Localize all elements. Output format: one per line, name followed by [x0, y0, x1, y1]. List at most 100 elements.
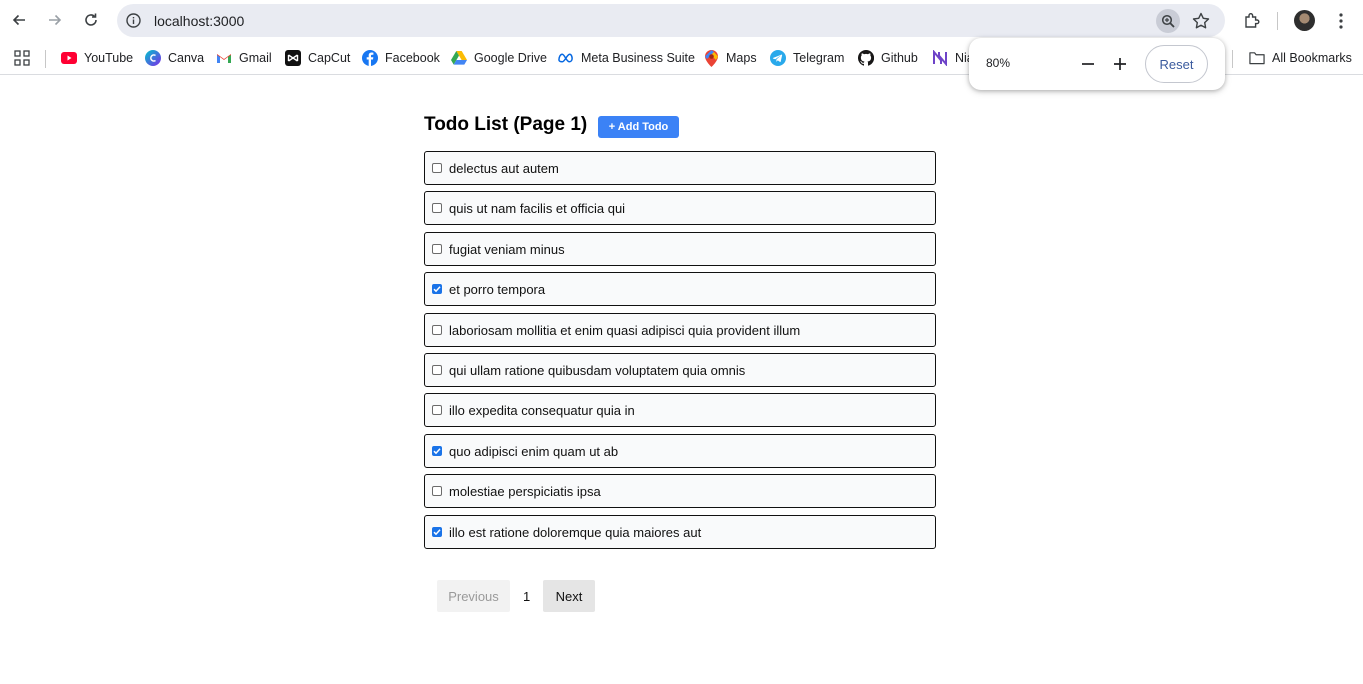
bookmark-maps[interactable]: Maps	[703, 49, 757, 67]
todo-checkbox[interactable]	[432, 526, 442, 537]
maps-icon	[703, 49, 719, 67]
todo-text: qui ullam ratione quibusdam voluptatem q…	[449, 362, 746, 378]
bookmark-label: Canva	[168, 51, 205, 65]
previous-page-button[interactable]: Previous	[437, 580, 510, 612]
address-bar[interactable]: localhost:3000	[117, 4, 1225, 37]
todo-item[interactable]: et porro tempora	[424, 272, 936, 307]
bookmark-youtube[interactable]: YouTube	[61, 49, 133, 67]
check-icon	[433, 528, 441, 535]
todo-checkbox[interactable]	[432, 284, 442, 295]
all-bookmarks-label: All Bookmarks	[1272, 51, 1352, 65]
bookmark-google-drive[interactable]: Google Drive	[451, 49, 547, 67]
todo-item[interactable]: quis ut nam facilis et officia qui	[424, 191, 936, 226]
folder-icon	[1249, 50, 1265, 66]
todo-text: illo expedita consequatur quia in	[449, 403, 635, 419]
plus-icon	[1114, 58, 1126, 70]
todo-item[interactable]: illo expedita consequatur quia in	[424, 393, 936, 428]
todo-item[interactable]: molestiae perspiciatis ipsa	[424, 474, 936, 509]
zoom-in-button[interactable]	[1109, 53, 1131, 75]
arrow-left-icon	[12, 14, 25, 26]
canva-icon	[145, 50, 161, 66]
next-page-button[interactable]: Next	[543, 580, 595, 612]
bookmark-star-icon[interactable]	[1191, 11, 1211, 31]
bookmark-nia[interactable]: Nia	[932, 49, 974, 67]
apps-grid-icon[interactable]	[14, 49, 31, 67]
todo-item[interactable]: delectus aut autem	[424, 151, 936, 185]
minus-icon	[1082, 63, 1094, 65]
todo-item[interactable]: qui ullam ratione quibusdam voluptatem q…	[424, 352, 936, 387]
extensions-icon[interactable]	[1241, 10, 1263, 32]
zoom-level: 80%	[986, 56, 1011, 70]
todo-checkbox[interactable]	[432, 163, 442, 173]
bookmark-label: CapCut	[308, 51, 351, 65]
todo-item[interactable]: fugiat veniam minus	[424, 231, 936, 266]
todo-checkbox[interactable]	[432, 364, 442, 375]
todo-checkbox[interactable]	[432, 405, 442, 416]
zoom-popup: 80% Reset	[969, 38, 1225, 90]
forward-button[interactable]	[41, 6, 69, 34]
meta-icon	[558, 50, 574, 66]
todo-text: et porro tempora	[449, 282, 546, 298]
facebook-icon	[362, 50, 378, 66]
url-text[interactable]: localhost:3000	[154, 13, 244, 29]
github-icon	[858, 50, 874, 66]
bookmark-label: Gmail	[239, 51, 272, 65]
site-info-icon[interactable]	[125, 12, 142, 29]
bookmark-label: YouTube	[84, 51, 134, 65]
zoom-reset-button[interactable]: Reset	[1145, 45, 1208, 83]
browser-toolbar: localhost:3000	[0, 0, 1363, 42]
current-page-number: 1	[523, 589, 531, 604]
bookmark-gmail[interactable]: Gmail	[216, 49, 272, 67]
back-button[interactable]	[5, 6, 33, 34]
bookmark-capcut[interactable]: CapCut	[285, 49, 350, 67]
bookmark-label: Maps	[726, 51, 757, 65]
all-bookmarks-folder[interactable]: All Bookmarks	[1249, 49, 1352, 67]
zoom-out-button[interactable]	[1077, 53, 1099, 75]
bookmark-meta-business-suite[interactable]: Meta Business Suite	[558, 49, 695, 67]
bookmark-label: Github	[881, 51, 918, 65]
bookmark-github[interactable]: Github	[858, 49, 918, 67]
reload-button[interactable]	[77, 6, 105, 34]
todo-item[interactable]: quo adipisci enim quam ut ab	[424, 433, 936, 468]
more-menu-icon[interactable]	[1330, 10, 1352, 32]
todo-checkbox[interactable]	[432, 445, 442, 456]
todo-text: quis ut nam facilis et officia qui	[449, 201, 626, 217]
telegram-icon	[770, 50, 786, 66]
toolbar-divider	[1277, 12, 1278, 30]
todo-text: illo est ratione doloremque quia maiores…	[449, 524, 702, 540]
bookmark-label: Telegram	[793, 51, 845, 65]
todo-text: laboriosam mollitia et enim quasi adipis…	[449, 322, 801, 338]
todo-text: delectus aut autem	[449, 161, 559, 176]
bookmarks-divider	[1232, 50, 1233, 68]
todo-checkbox[interactable]	[432, 243, 442, 254]
profile-avatar[interactable]	[1294, 10, 1315, 31]
bookmark-label: Google Drive	[474, 51, 547, 65]
nia-icon	[932, 50, 948, 66]
bookmark-label: Meta Business Suite	[581, 51, 695, 65]
todo-checkbox[interactable]	[432, 203, 442, 214]
todo-checkbox[interactable]	[432, 324, 442, 335]
youtube-icon	[61, 50, 77, 66]
bookmark-label: Facebook	[385, 51, 440, 65]
todo-text: molestiae perspiciatis ipsa	[449, 484, 601, 500]
arrow-right-icon	[49, 14, 62, 26]
page-title: Todo List (Page 1)	[424, 114, 588, 135]
zoom-indicator-icon[interactable]	[1156, 9, 1180, 33]
reload-icon	[85, 13, 97, 26]
todo-checkbox[interactable]	[432, 486, 442, 497]
todo-item[interactable]: laboriosam mollitia et enim quasi adipis…	[424, 312, 936, 347]
check-icon	[433, 286, 441, 293]
capcut-icon	[285, 50, 301, 66]
todo-text: quo adipisci enim quam ut ab	[449, 443, 619, 459]
bookmark-telegram[interactable]: Telegram	[770, 49, 844, 67]
bookmarks-divider	[45, 50, 46, 68]
todo-text: fugiat veniam minus	[449, 241, 565, 257]
todo-item[interactable]: illo est ratione doloremque quia maiores…	[424, 514, 936, 549]
add-todo-button[interactable]: + Add Todo	[598, 116, 679, 138]
todo-list: delectus aut autem quis ut nam facilis e…	[424, 151, 936, 555]
bookmark-facebook[interactable]: Facebook	[362, 49, 440, 67]
bookmark-canva[interactable]: Canva	[145, 49, 204, 67]
check-icon	[433, 448, 441, 455]
gmail-icon	[216, 50, 232, 66]
google-drive-icon	[451, 50, 467, 66]
